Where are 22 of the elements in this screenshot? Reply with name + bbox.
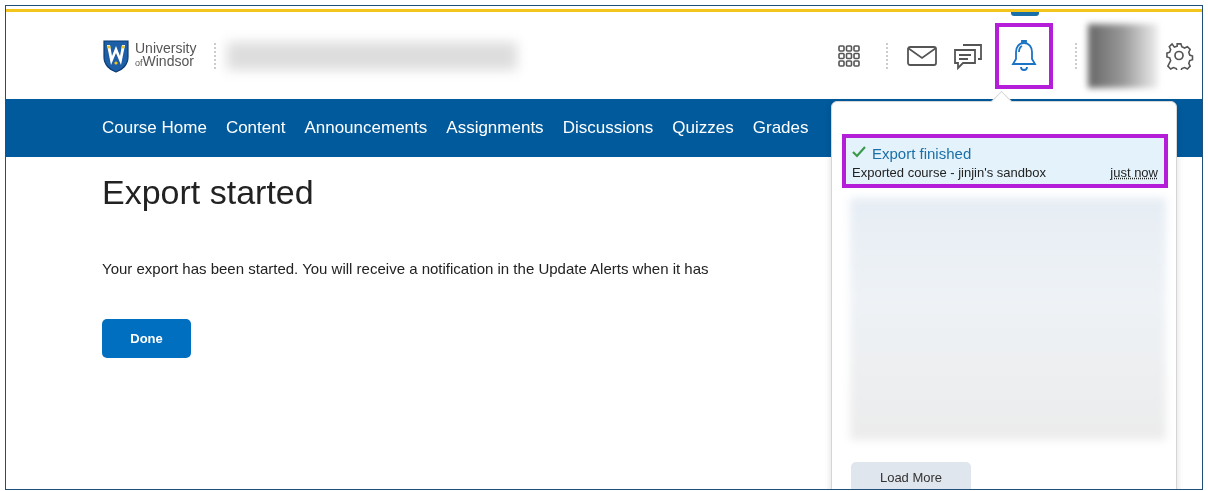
alert-time: just now bbox=[1110, 165, 1158, 180]
page-title: Export started bbox=[102, 173, 314, 212]
nav-link[interactable]: Assignments bbox=[446, 118, 544, 138]
nav-link[interactable]: Quizzes bbox=[672, 118, 734, 138]
done-button[interactable]: Done bbox=[102, 319, 191, 358]
status-message: Your export has been started. You will receive a notification in the Update Alerts when it has bbox=[102, 260, 709, 277]
shield-logo-icon bbox=[103, 38, 129, 73]
redacted-avatar bbox=[1088, 23, 1158, 88]
alert-detail: Exported course - jinjin's sandbox bbox=[852, 165, 1046, 180]
nav-link[interactable]: Course Home bbox=[102, 118, 207, 138]
load-more-button[interactable]: Load More bbox=[851, 462, 971, 489]
settings-icon[interactable] bbox=[1166, 41, 1194, 70]
nav-link[interactable]: Announcements bbox=[304, 118, 428, 138]
mail-icon[interactable] bbox=[907, 45, 937, 66]
notification-bell-icon[interactable] bbox=[1011, 39, 1037, 72]
nav-link[interactable]: Content bbox=[225, 118, 286, 138]
alert-item[interactable]: Export finished Exported course - jinjin's sandbox just now bbox=[842, 134, 1168, 188]
university-logo-text: University ofWindsor bbox=[135, 41, 197, 70]
alert-title: Export finished bbox=[872, 144, 972, 162]
nav-link[interactable]: Discussions bbox=[562, 118, 654, 138]
apps-grid-icon[interactable] bbox=[838, 44, 860, 67]
nav-link[interactable]: Grades bbox=[752, 118, 809, 138]
